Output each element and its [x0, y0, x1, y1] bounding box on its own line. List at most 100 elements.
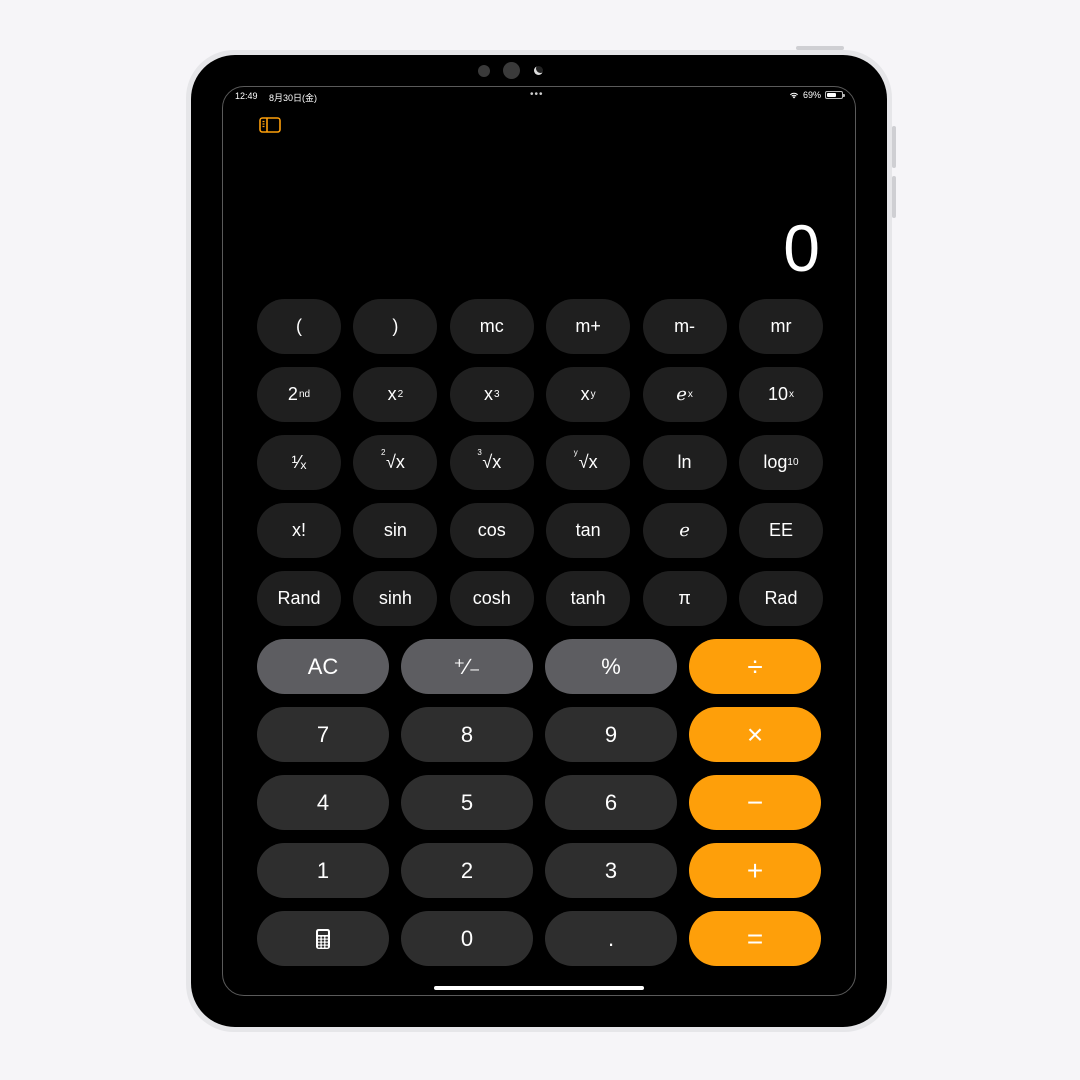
key-equals[interactable]: = [689, 911, 821, 966]
status-bar: 12:49 8月30日(金) ••• 69% [223, 87, 855, 107]
key-decimal-point[interactable]: . [545, 911, 677, 966]
root-index: 2 [380, 448, 386, 457]
key-label: x [580, 384, 590, 404]
key-cosh[interactable]: cosh [449, 571, 534, 626]
key-label: = [746, 922, 764, 954]
key-superscript: nd [298, 389, 311, 400]
volume-up-button [892, 126, 896, 168]
key-digit-3[interactable]: 3 [545, 843, 677, 898]
root-index: 3 [477, 448, 482, 457]
key-label: tanh [570, 588, 606, 608]
multitasking-dots[interactable]: ••• [530, 89, 544, 100]
key-memory-subtract[interactable]: m- [642, 299, 727, 354]
key-reciprocal[interactable]: ¹⁄ₓ [257, 435, 341, 490]
key-cube[interactable]: x3 [449, 367, 534, 422]
key-label: √x [578, 452, 598, 472]
key-label: EE [768, 520, 793, 540]
key-label: cosh [472, 588, 511, 608]
key-label: e [679, 520, 690, 541]
key-superscript: x [687, 389, 693, 400]
key-natural-log[interactable]: ln [642, 435, 727, 490]
key-open-paren[interactable]: ( [257, 299, 341, 354]
key-label: m+ [575, 316, 601, 336]
key-label: 7 [316, 721, 330, 747]
basic-keypad: AC ⁺∕₋% ÷ 7 8 9 × 4 5 6 − 1 2 3 +0. = [257, 639, 823, 966]
key-digit-5[interactable]: 5 [401, 775, 533, 830]
root-index: y [573, 448, 578, 457]
key-y-root[interactable]: y √x [546, 435, 631, 490]
key-square[interactable]: x2 [353, 367, 438, 422]
key-power[interactable]: xy [546, 367, 631, 422]
key-label: ¹⁄ₓ [291, 452, 307, 472]
key-label: x [484, 384, 493, 404]
key-square-root[interactable]: 2 √x [353, 435, 438, 490]
key-cos[interactable]: cos [449, 503, 534, 558]
key-label: ln [677, 452, 692, 472]
key-percent[interactable]: % [545, 639, 677, 694]
key-plus-minus[interactable]: ⁺∕₋ [401, 639, 533, 694]
key-digit-9[interactable]: 9 [545, 707, 677, 762]
key-calculator-mode[interactable] [257, 911, 389, 966]
key-digit-7[interactable]: 7 [257, 707, 389, 762]
key-label: tan [575, 520, 601, 540]
key-memory-recall[interactable]: mr [738, 299, 823, 354]
key-label: e [676, 384, 687, 405]
key-factorial[interactable]: x! [257, 503, 341, 558]
root-symbol: 2 √x [381, 448, 405, 473]
key-label: 3 [604, 857, 618, 883]
key-digit-1[interactable]: 1 [257, 843, 389, 898]
key-ten-power[interactable]: 10 x [738, 367, 823, 422]
key-label: cos [477, 520, 506, 540]
key-memory-clear[interactable]: mc [449, 299, 534, 354]
key-superscript: x [788, 389, 794, 400]
key-label: 1 [316, 857, 330, 883]
key-label: − [746, 786, 764, 818]
key-close-paren[interactable]: ) [353, 299, 438, 354]
key-label: 2 [460, 857, 474, 883]
front-camera [503, 62, 520, 79]
home-indicator[interactable] [434, 986, 644, 990]
key-divide[interactable]: ÷ [689, 639, 821, 694]
key-add[interactable]: + [689, 843, 821, 898]
key-exp[interactable]: ex [642, 367, 727, 422]
key-second-function[interactable]: 2nd [257, 367, 341, 422]
key-log-ten[interactable]: log 10 [738, 435, 823, 490]
sidebar-icon[interactable] [259, 117, 281, 133]
result-display: 0 [783, 211, 820, 285]
key-exponent-entry[interactable]: EE [738, 503, 823, 558]
volume-down-button [892, 176, 896, 218]
key-digit-8[interactable]: 8 [401, 707, 533, 762]
key-label: sinh [378, 588, 412, 608]
key-label: . [607, 925, 615, 951]
key-digit-4[interactable]: 4 [257, 775, 389, 830]
key-subtract[interactable]: − [689, 775, 821, 830]
key-label: log [763, 452, 788, 472]
key-memory-add[interactable]: m+ [546, 299, 631, 354]
key-tan[interactable]: tan [546, 503, 631, 558]
key-digit-6[interactable]: 6 [545, 775, 677, 830]
key-digit-2[interactable]: 2 [401, 843, 533, 898]
key-superscript: 2 [397, 389, 404, 400]
status-right: 69% [789, 90, 845, 100]
key-label: Rand [277, 588, 321, 608]
key-sinh[interactable]: sinh [353, 571, 438, 626]
key-label: sin [383, 520, 407, 540]
key-superscript: 3 [494, 389, 500, 400]
key-tanh[interactable]: tanh [546, 571, 631, 626]
key-radians-toggle[interactable]: Rad [738, 571, 823, 626]
key-multiply[interactable]: × [689, 707, 821, 762]
root-symbol: 3 √x [477, 448, 501, 473]
key-label: × [746, 718, 764, 750]
key-cube-root[interactable]: 3 √x [449, 435, 534, 490]
key-random[interactable]: Rand [257, 571, 341, 626]
key-digit-0[interactable]: 0 [401, 911, 533, 966]
key-label: 5 [460, 789, 474, 815]
key-label: m- [674, 316, 696, 336]
status-date: 8月30日(金) [269, 93, 318, 103]
key-sin[interactable]: sin [353, 503, 438, 558]
key-subscript: 10 [787, 457, 799, 468]
key-pi[interactable]: π [642, 571, 727, 626]
key-label: x [387, 384, 397, 404]
key-all-clear[interactable]: AC [257, 639, 389, 694]
key-euler[interactable]: e [642, 503, 727, 558]
